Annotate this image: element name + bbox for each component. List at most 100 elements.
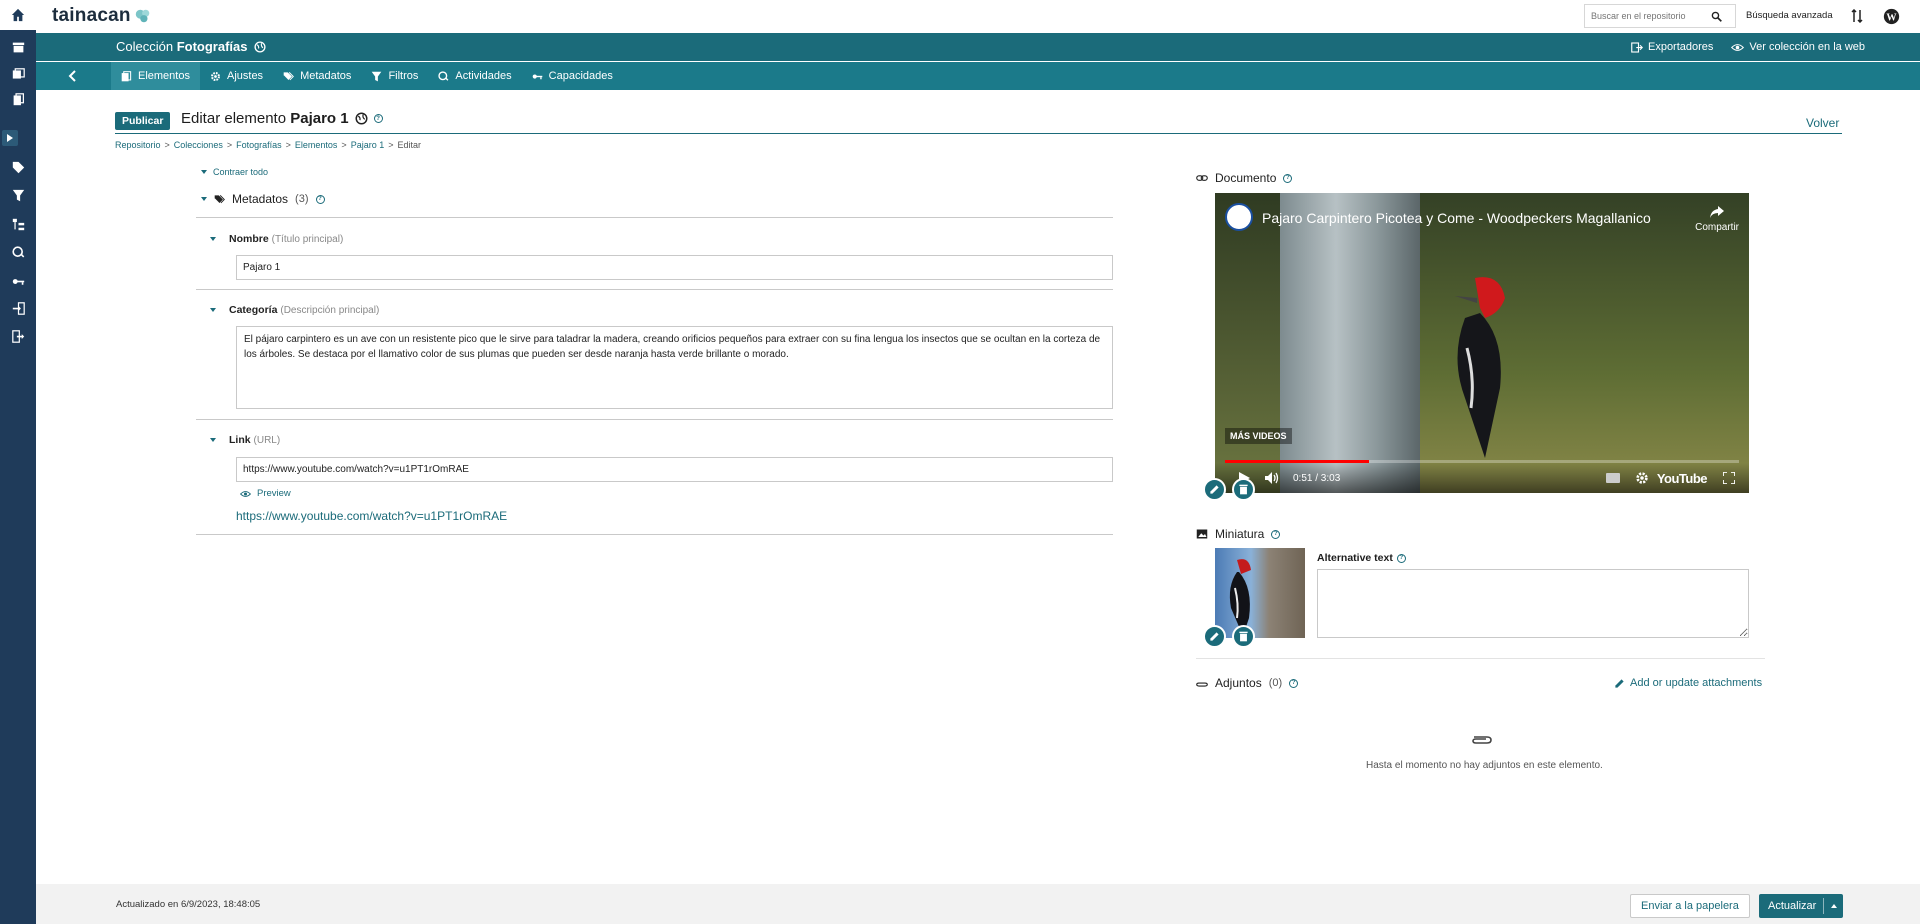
activities-icon bbox=[438, 70, 449, 81]
tab-actividades[interactable]: Actividades bbox=[428, 62, 521, 90]
categoria-textarea[interactable]: El pájaro carpintero es un ave con un re… bbox=[236, 326, 1113, 409]
home-icon[interactable] bbox=[0, 0, 36, 30]
help-icon[interactable]: ? bbox=[1396, 553, 1406, 563]
breadcrumb-item-fotografias[interactable]: Fotografías bbox=[236, 140, 282, 150]
update-label: Actualizar bbox=[1768, 900, 1817, 912]
fullscreen-icon[interactable] bbox=[1723, 472, 1735, 484]
search-icon[interactable] bbox=[1711, 11, 1722, 22]
status-badge[interactable]: Publicar bbox=[115, 112, 171, 130]
collapse-all-button[interactable]: Contraer todo bbox=[201, 167, 268, 177]
tab-elementos[interactable]: Elementos bbox=[111, 62, 200, 90]
back-arrow-icon[interactable] bbox=[66, 69, 80, 83]
captions-icon[interactable] bbox=[1606, 473, 1620, 483]
preview-toggle[interactable]: Preview bbox=[240, 488, 291, 499]
delete-document-button[interactable] bbox=[1232, 478, 1255, 501]
breadcrumb-item-elementos[interactable]: Elementos bbox=[295, 140, 338, 150]
video-time: 0:51 / 3:03 bbox=[1293, 473, 1341, 484]
logo-text: tainacan bbox=[52, 5, 131, 26]
trash-icon bbox=[1239, 484, 1248, 495]
update-button[interactable]: Actualizar bbox=[1759, 894, 1844, 918]
document-section-header: Documento ? bbox=[1196, 171, 1293, 185]
tab-label: Elementos bbox=[138, 70, 190, 82]
documents-icon[interactable] bbox=[0, 88, 36, 110]
import-icon[interactable] bbox=[0, 297, 36, 319]
tab-ajustes[interactable]: Ajustes bbox=[200, 62, 273, 90]
video-background bbox=[1215, 193, 1280, 493]
video-title[interactable]: Pajaro Carpintero Picotea y Come - Woodp… bbox=[1262, 210, 1651, 226]
youtube-logo[interactable]: YouTube bbox=[1657, 471, 1708, 486]
expand-sidebar-button[interactable] bbox=[2, 130, 18, 146]
help-icon[interactable]: ? bbox=[1289, 678, 1299, 688]
breadcrumb-item-colecciones[interactable]: Colecciones bbox=[174, 140, 223, 150]
more-videos-button[interactable]: MÁS VIDEOS bbox=[1225, 428, 1292, 444]
link-input[interactable]: https://www.youtube.com/watch?v=u1PT1rOm… bbox=[236, 457, 1113, 482]
exporters-button[interactable]: Exportadores bbox=[1631, 41, 1713, 53]
video-tree-trunk bbox=[1280, 193, 1420, 493]
field-label-nombre[interactable]: Nombre (Título principal) bbox=[210, 233, 343, 245]
field-label-link[interactable]: Link (URL) bbox=[210, 434, 280, 446]
items-icon[interactable] bbox=[0, 63, 36, 85]
caret-down-icon bbox=[210, 237, 216, 241]
edit-document-button[interactable] bbox=[1203, 478, 1226, 501]
add-attachments-button[interactable]: Add or update attachments bbox=[1614, 677, 1762, 689]
tab-metadatos[interactable]: Metadatos bbox=[273, 62, 361, 90]
collections-icon[interactable] bbox=[0, 36, 36, 58]
divider bbox=[196, 534, 1113, 535]
gear-icon bbox=[211, 71, 220, 81]
tag-icon[interactable] bbox=[0, 156, 36, 178]
breadcrumb-item-pajaro[interactable]: Pajaro 1 bbox=[351, 140, 385, 150]
channel-avatar[interactable] bbox=[1225, 203, 1253, 231]
title-prefix: Editar elemento bbox=[181, 110, 287, 127]
item-name: Pajaro 1 bbox=[290, 110, 349, 127]
send-to-trash-button[interactable]: Enviar a la papelera bbox=[1630, 894, 1750, 918]
tab-capacidades[interactable]: Capacidades bbox=[522, 62, 623, 90]
taxonomy-icon[interactable] bbox=[0, 213, 36, 235]
activities-icon[interactable] bbox=[0, 241, 36, 263]
add-attachments-label: Add or update attachments bbox=[1630, 677, 1763, 689]
video-player[interactable]: Pajaro Carpintero Picotea y Come - Woodp… bbox=[1215, 193, 1749, 493]
tab-label: Metadatos bbox=[300, 70, 352, 82]
advanced-search-link[interactable]: Búsqueda avanzada bbox=[1746, 10, 1833, 21]
key-icon[interactable] bbox=[0, 270, 36, 292]
alt-text-textarea[interactable] bbox=[1317, 569, 1749, 638]
image-icon bbox=[1196, 529, 1208, 539]
preview-label: Preview bbox=[257, 488, 291, 499]
edit-thumbnail-button[interactable] bbox=[1203, 625, 1226, 648]
process-icon[interactable] bbox=[1848, 7, 1866, 25]
divider bbox=[196, 289, 1113, 290]
delete-thumbnail-button[interactable] bbox=[1232, 625, 1255, 648]
document-label: Documento bbox=[1215, 171, 1277, 185]
help-icon[interactable]: ? bbox=[315, 194, 325, 204]
breadcrumb-item-repositorio[interactable]: Repositorio bbox=[115, 140, 161, 150]
help-icon[interactable]: ? bbox=[1271, 529, 1281, 539]
divider bbox=[196, 419, 1113, 420]
share-button[interactable]: Compartir bbox=[1695, 205, 1739, 233]
wordpress-icon[interactable]: W bbox=[1882, 7, 1900, 25]
tab-filtros[interactable]: Filtros bbox=[361, 62, 428, 90]
field-name: Categoría bbox=[229, 304, 278, 316]
volume-icon[interactable] bbox=[1265, 472, 1279, 484]
breadcrumb-separator: > bbox=[285, 140, 291, 150]
nombre-input[interactable]: Pajaro 1 bbox=[236, 255, 1113, 280]
caret-up-icon[interactable] bbox=[1831, 904, 1838, 908]
eye-icon bbox=[1731, 43, 1745, 51]
export-icon[interactable] bbox=[0, 325, 36, 347]
collection-tabs-bar: Elementos Ajustes Metadatos Filtros Acti… bbox=[36, 62, 1920, 90]
thumbnail-image[interactable] bbox=[1215, 548, 1305, 638]
field-hint: (Título principal) bbox=[271, 234, 344, 245]
back-link[interactable]: Volver bbox=[1806, 116, 1839, 130]
view-collection-web-link[interactable]: Ver colección en la web bbox=[1731, 41, 1865, 53]
metadata-section-header[interactable]: Metadatos (3) ? bbox=[201, 192, 325, 206]
settings-icon[interactable] bbox=[1635, 471, 1649, 485]
breadcrumb-separator: > bbox=[164, 140, 170, 150]
filter-icon[interactable] bbox=[0, 184, 36, 206]
field-hint: (URL) bbox=[253, 435, 281, 446]
help-icon[interactable]: ? bbox=[1283, 173, 1293, 183]
caret-down-icon bbox=[201, 197, 207, 201]
help-icon[interactable]: ? bbox=[373, 114, 383, 123]
url-link[interactable]: https://www.youtube.com/watch?v=u1PT1rOm… bbox=[236, 509, 507, 523]
search-input[interactable] bbox=[1591, 11, 1711, 21]
field-label-categoria[interactable]: Categoría (Descripción principal) bbox=[210, 304, 379, 316]
tainacan-logo[interactable]: tainacan bbox=[52, 5, 152, 27]
header-divider bbox=[115, 133, 1842, 134]
